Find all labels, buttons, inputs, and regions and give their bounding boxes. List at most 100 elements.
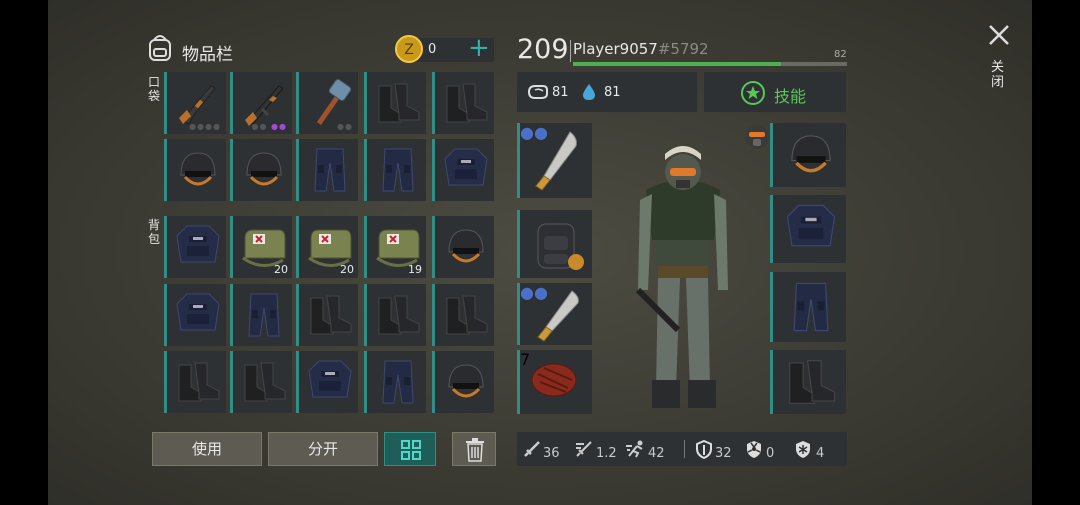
backpack-slot-helmet[interactable] bbox=[432, 216, 494, 278]
pocket-slot-assault-rifle[interactable]: ●● ●● bbox=[230, 72, 292, 134]
backpack-slot-pants[interactable] bbox=[364, 351, 426, 413]
backpack-slot-boots[interactable] bbox=[230, 351, 292, 413]
water-drop-icon bbox=[583, 84, 595, 100]
inventory-title: 物品栏 bbox=[182, 45, 233, 65]
add-currency-button[interactable]: + bbox=[468, 32, 490, 64]
use-button[interactable]: 使用 bbox=[152, 432, 262, 466]
damage-icon bbox=[524, 441, 540, 457]
pants-icon bbox=[793, 282, 829, 332]
shield-icon bbox=[696, 440, 712, 459]
sort-grid-button[interactable] bbox=[384, 432, 436, 466]
coin-icon: Z bbox=[395, 35, 423, 63]
steak-icon bbox=[531, 363, 577, 397]
assault-rifle-icon bbox=[245, 85, 284, 126]
boots-icon bbox=[378, 295, 420, 335]
item-count: 20 bbox=[274, 263, 288, 276]
weapon-slot[interactable]: ●● bbox=[517, 123, 592, 198]
xp-bar-fill bbox=[573, 62, 782, 66]
item-count: 20 bbox=[340, 263, 354, 276]
quality-dots: ●● ●● bbox=[251, 122, 287, 131]
backpack-slot-helmet[interactable] bbox=[432, 351, 494, 413]
delete-button[interactable] bbox=[452, 432, 496, 466]
backpack-slot-vest[interactable] bbox=[164, 284, 226, 346]
hammer-icon bbox=[317, 78, 352, 125]
helmet-icon bbox=[448, 364, 484, 398]
radiation-shield-icon bbox=[747, 441, 761, 458]
backpack-slot-boots[interactable] bbox=[296, 284, 358, 346]
helmet-icon bbox=[246, 152, 282, 186]
radiation-value: 0 bbox=[766, 446, 775, 461]
boots-icon bbox=[378, 83, 420, 123]
star-icon bbox=[741, 81, 765, 105]
boots-icon bbox=[244, 362, 286, 402]
hunger-value: 81 bbox=[552, 85, 569, 100]
pocket-slot-hammer[interactable]: ●● bbox=[296, 72, 358, 134]
running-icon bbox=[626, 440, 643, 458]
boots-icon bbox=[446, 83, 488, 123]
defense-value: 32 bbox=[715, 446, 732, 461]
hunger-icon bbox=[527, 85, 548, 99]
pants-icon bbox=[314, 148, 346, 192]
boots-icon bbox=[789, 360, 836, 404]
move-speed-value: 42 bbox=[648, 446, 665, 461]
xp-bar bbox=[573, 62, 847, 66]
player-name: Player9057 bbox=[573, 40, 658, 58]
backpack-slot-boots[interactable] bbox=[364, 284, 426, 346]
thirst-value: 81 bbox=[604, 85, 621, 100]
pants-icon bbox=[382, 360, 414, 404]
xp-value: 82 bbox=[834, 49, 847, 60]
currency-value: 0 bbox=[428, 42, 437, 57]
vest-icon bbox=[176, 293, 220, 331]
vest-icon bbox=[176, 225, 220, 263]
close-icon[interactable] bbox=[988, 24, 1010, 46]
pocket-slot-helmet[interactable] bbox=[230, 139, 292, 201]
pocket-slot-boots[interactable] bbox=[364, 72, 426, 134]
character-figure bbox=[635, 146, 728, 408]
machete-icon bbox=[537, 290, 579, 342]
helmet-icon bbox=[180, 152, 216, 186]
backpack-slot-medkit-bag[interactable]: 20 bbox=[296, 216, 358, 278]
player-level: 209 bbox=[517, 34, 569, 65]
pocket-slot-pants[interactable] bbox=[364, 139, 426, 201]
backpack-label: 背包 bbox=[148, 218, 161, 246]
melee-slot[interactable]: ●● bbox=[517, 283, 592, 345]
boots-icon bbox=[446, 295, 488, 335]
body-armor-slot[interactable] bbox=[770, 195, 846, 263]
vest-icon bbox=[786, 204, 836, 247]
pants-icon bbox=[382, 148, 414, 192]
stats-divider bbox=[684, 440, 685, 458]
divider bbox=[570, 40, 571, 62]
pocket-slot-boots[interactable] bbox=[432, 72, 494, 134]
backpack-slot-medkit-bag[interactable]: 19 bbox=[364, 216, 426, 278]
quality-dots: ●● bbox=[337, 122, 353, 131]
attack-speed-icon bbox=[576, 441, 592, 457]
pocket-slot-helmet[interactable] bbox=[164, 139, 226, 201]
backpack-slot-vest[interactable] bbox=[296, 351, 358, 413]
backpack-slot-pants[interactable] bbox=[230, 284, 292, 346]
damage-value: 36 bbox=[543, 446, 560, 461]
pocket-slot-vest[interactable] bbox=[432, 139, 494, 201]
backpack-slot-boots[interactable] bbox=[164, 351, 226, 413]
item-count: 19 bbox=[408, 263, 422, 276]
pocket-slot-pants[interactable] bbox=[296, 139, 358, 201]
backpack-slot[interactable] bbox=[517, 210, 592, 278]
close-label[interactable]: 关闭 bbox=[991, 60, 1005, 90]
cold-shield-icon bbox=[796, 441, 810, 458]
pocket-slot-rifle[interactable]: ●●●● bbox=[164, 72, 226, 134]
feet-armor-slot[interactable] bbox=[770, 350, 846, 414]
split-button[interactable]: 分开 bbox=[268, 432, 378, 466]
vest-icon bbox=[444, 148, 488, 186]
pants-icon bbox=[248, 293, 280, 337]
game-screen: 物品栏 Z 0 + 口袋 背包 ●●●● ●● ●● ●● 20 20 19 使… bbox=[48, 0, 1032, 505]
food-slot[interactable]: 7 bbox=[517, 350, 592, 414]
helmet-icon bbox=[448, 229, 484, 263]
boots-icon bbox=[178, 362, 220, 402]
backpack-slot-medkit-bag[interactable]: 20 bbox=[230, 216, 292, 278]
backpack-slot-vest[interactable] bbox=[164, 216, 226, 278]
trash-icon bbox=[466, 438, 484, 462]
head-armor-slot[interactable] bbox=[770, 123, 846, 187]
legs-armor-slot[interactable] bbox=[770, 272, 846, 342]
tactical-backpack-icon bbox=[537, 223, 584, 270]
backpack-slot-boots[interactable] bbox=[432, 284, 494, 346]
gas-mask-icon[interactable] bbox=[744, 124, 770, 150]
